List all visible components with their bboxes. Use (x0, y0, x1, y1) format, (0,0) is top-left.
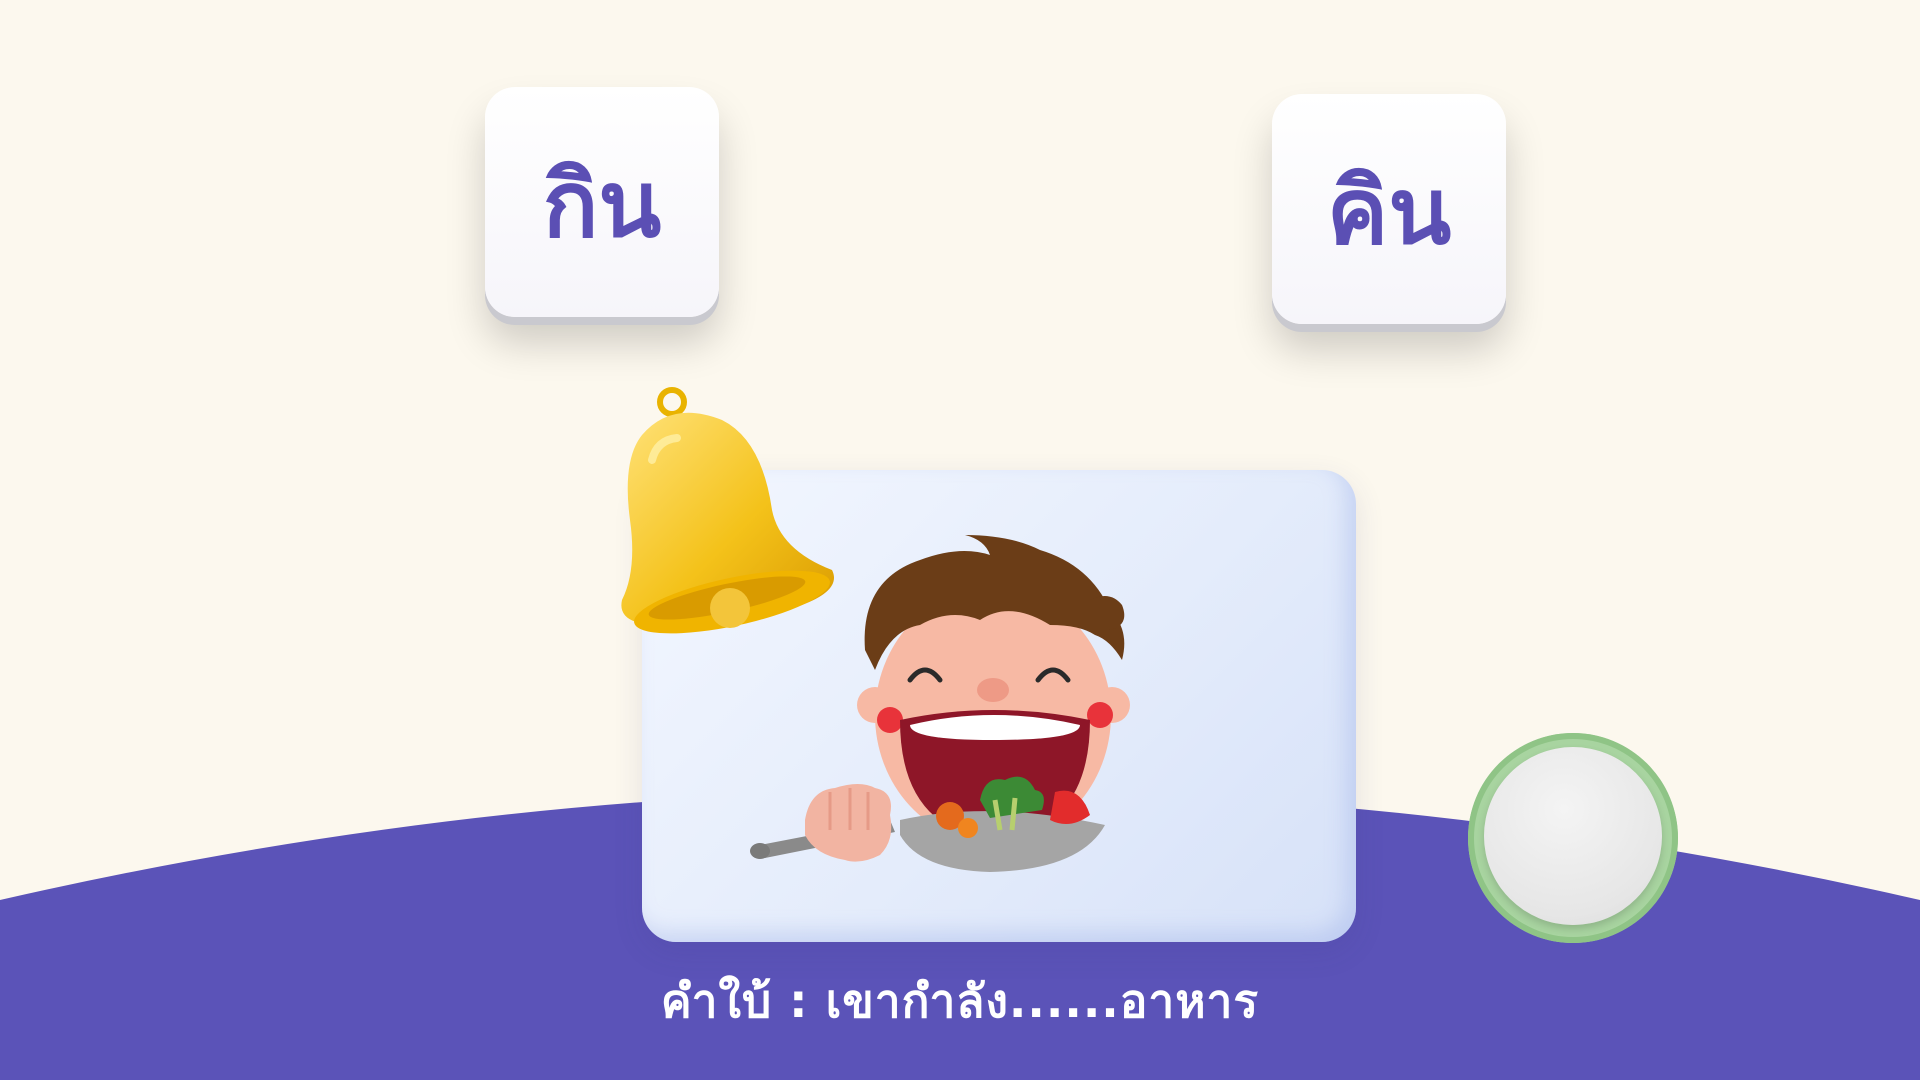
choice-label-1: กิน (542, 151, 662, 258)
choice-card-1[interactable]: กิน (485, 87, 719, 317)
bell-icon[interactable] (612, 380, 842, 640)
choice-card-2[interactable]: คิน (1272, 94, 1506, 324)
round-button-face (1484, 747, 1662, 925)
game-stage: กิน คิน คำใบ้: เขากำลัง......อาหาร (0, 0, 1920, 1080)
hint-text: คำใบ้ : เขากำลัง......อาหาร (660, 974, 1260, 1028)
choice-label-2: คิน (1326, 158, 1452, 265)
round-action-button[interactable] (1468, 733, 1678, 943)
